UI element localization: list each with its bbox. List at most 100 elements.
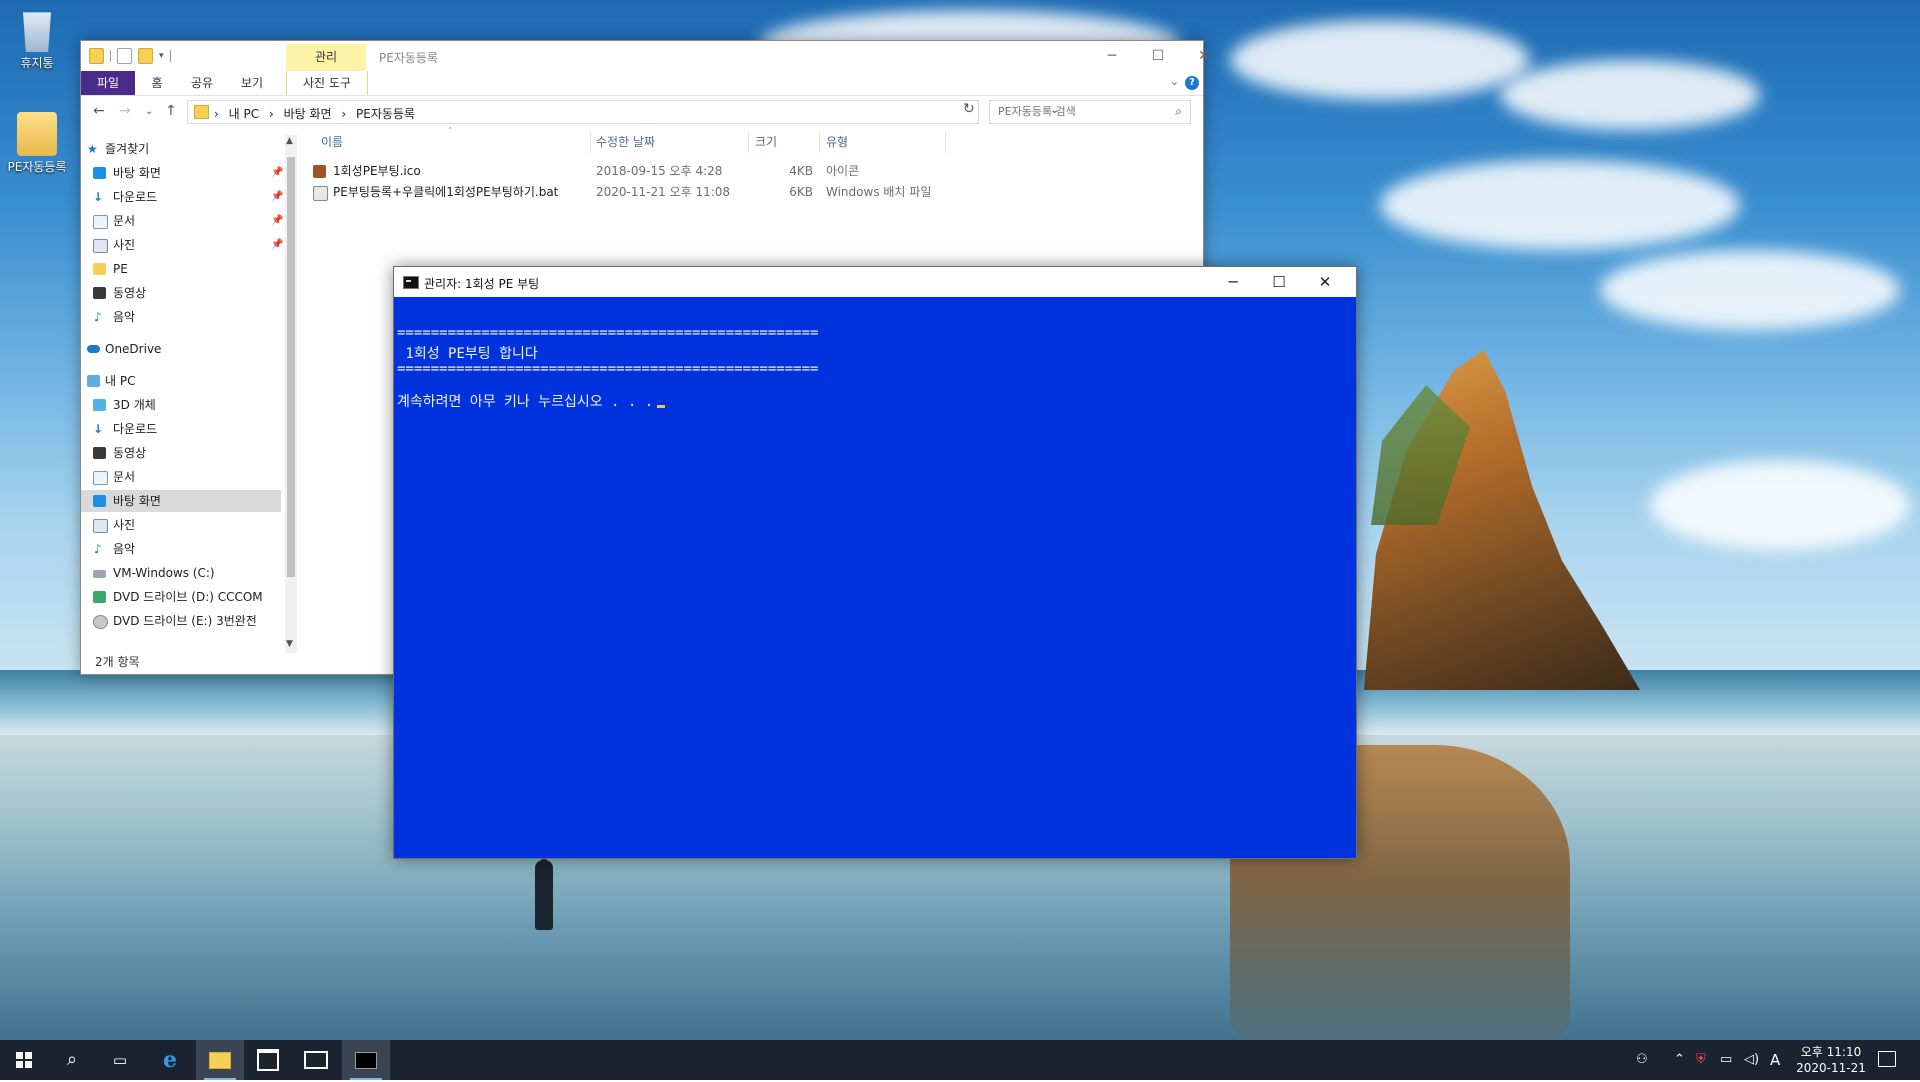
pin-icon[interactable]: 📌 — [271, 162, 283, 184]
column-divider[interactable] — [819, 131, 820, 153]
nav-pc-drive-c[interactable]: VM-Windows (C:) — [81, 562, 281, 584]
pin-icon[interactable]: 📌 — [271, 234, 283, 256]
close-button[interactable]: ✕ — [1302, 267, 1348, 297]
nav-pc-downloads[interactable]: ↓ 다운로드 — [81, 418, 281, 440]
nav-quick-pictures[interactable]: 사진 📌 — [81, 234, 283, 256]
refresh-icon[interactable]: ↻ — [963, 101, 975, 117]
ime-indicator[interactable]: A — [1770, 1040, 1780, 1080]
column-divider[interactable] — [945, 131, 946, 153]
nav-quick-access[interactable]: ★ 즐겨찾기 — [81, 138, 281, 160]
maximize-button[interactable]: ☐ — [1135, 41, 1181, 71]
minimize-button[interactable]: ─ — [1210, 267, 1256, 297]
tab-view[interactable]: 보기 — [229, 71, 275, 95]
column-header-type[interactable]: 유형 — [826, 133, 848, 150]
action-center-icon[interactable] — [1878, 1051, 1896, 1067]
recent-locations-icon[interactable]: ⌄ — [145, 106, 153, 117]
customize-toolbar-icon[interactable]: ▾ — [159, 51, 164, 61]
tab-file[interactable]: 파일 — [81, 71, 135, 95]
file-row[interactable]: 1회성PE부팅.ico 2018-09-15 오후 4:28 4KB 아이콘 — [311, 161, 1191, 181]
nav-quick-videos[interactable]: 동영상 — [81, 282, 281, 304]
breadcrumb-this-pc[interactable]: 내 PC — [229, 107, 259, 121]
column-header-size[interactable]: 크기 — [755, 133, 777, 150]
search-input[interactable] — [996, 104, 1160, 119]
cube-icon — [93, 399, 106, 411]
network-icon[interactable]: ▭ — [1720, 1040, 1732, 1080]
desktop-icon-pe-folder[interactable]: PE자동등록 — [0, 112, 74, 175]
manage-context-header[interactable]: 관리 — [286, 44, 366, 71]
command-prompt-window[interactable]: 관리자: 1회성 PE 부팅 ─ ☐ ✕ ===================… — [393, 266, 1357, 859]
nav-label: PE — [113, 262, 128, 276]
nav-quick-desktop[interactable]: 바탕 화면 📌 — [81, 162, 283, 184]
tab-picture-tools[interactable]: 사진 도구 — [286, 71, 368, 95]
store-taskbar-button[interactable] — [244, 1040, 292, 1080]
file-name: PE부팅등록+우클릭에1회성PE부팅하기.bat — [333, 185, 559, 199]
nav-pc-desktop[interactable]: 바탕 화면 — [81, 490, 281, 512]
nav-quick-downloads[interactable]: ↓ 다운로드 📌 — [81, 186, 283, 208]
column-divider[interactable] — [590, 131, 591, 153]
nav-quick-music[interactable]: ♪ 음악 — [81, 306, 281, 328]
desktop-icon-recycle-bin[interactable]: 휴지통 — [0, 8, 74, 71]
scroll-up-icon[interactable]: ▲ — [286, 136, 293, 146]
column-header-name[interactable]: 이름 — [321, 133, 343, 150]
search-taskbar-button[interactable]: ⌕ — [48, 1040, 96, 1080]
image-file-icon — [313, 165, 326, 178]
people-icon[interactable]: ⚇ — [1636, 1040, 1648, 1080]
nav-quick-documents[interactable]: 문서 📌 — [81, 210, 283, 232]
tab-share[interactable]: 공유 — [179, 71, 225, 95]
nav-scrollbar[interactable]: ▲ ▼ — [285, 135, 297, 653]
pin-icon[interactable]: 📌 — [271, 210, 283, 232]
nav-pc-videos[interactable]: 동영상 — [81, 442, 281, 464]
explorer-titlebar[interactable]: ▾ 관리 PE자동등록 ─ ☐ ✕ — [81, 41, 1210, 71]
security-alert-icon[interactable]: ⛨ — [1696, 1040, 1706, 1080]
column-divider[interactable] — [748, 131, 749, 153]
nav-label: 동영상 — [113, 286, 147, 300]
cmd-titlebar[interactable]: 관리자: 1회성 PE 부팅 ─ ☐ ✕ — [394, 267, 1356, 297]
maximize-button[interactable]: ☐ — [1256, 267, 1302, 297]
scroll-down-icon[interactable]: ▼ — [286, 639, 293, 649]
file-modified: 2018-09-15 오후 4:28 — [596, 164, 723, 178]
breadcrumb-desktop[interactable]: 바탕 화면 — [284, 107, 332, 121]
nav-pc-3d-objects[interactable]: 3D 개체 — [81, 394, 281, 416]
expand-ribbon-icon[interactable]: ⌄ — [1170, 75, 1179, 88]
task-view-button[interactable]: ▭ — [96, 1040, 144, 1080]
help-icon[interactable]: ? — [1185, 76, 1199, 90]
search-icon[interactable]: ⌕ — [1175, 104, 1182, 119]
scrollbar-thumb[interactable] — [287, 157, 295, 577]
console-output[interactable]: ========================================… — [394, 297, 1356, 858]
up-arrow-icon[interactable]: ↑ — [165, 103, 177, 119]
nav-quick-pe[interactable]: PE — [81, 258, 281, 280]
wallpaper-cloud — [1600, 250, 1900, 330]
breadcrumb-current-folder[interactable]: PE자동등록 — [356, 107, 415, 121]
batch-file-icon — [313, 186, 328, 201]
back-arrow-icon[interactable]: ← — [93, 103, 105, 119]
minimize-button[interactable]: ─ — [1089, 41, 1135, 71]
pin-icon[interactable]: 📌 — [271, 186, 283, 208]
start-button[interactable] — [0, 1040, 48, 1080]
star-icon: ★ — [87, 142, 98, 156]
properties-icon[interactable] — [117, 48, 132, 64]
address-bar[interactable]: › 내 PC › 바탕 화면 › PE자동등록 ⌄ — [187, 100, 1059, 124]
nav-label: 내 PC — [105, 374, 136, 388]
nav-label: 즐겨찾기 — [105, 142, 150, 156]
nav-onedrive[interactable]: OneDrive — [81, 338, 281, 360]
nav-pc-documents[interactable]: 문서 — [81, 466, 281, 488]
nav-pc-drive-d[interactable]: DVD 드라이브 (D:) CCCOM — [81, 586, 281, 608]
clock[interactable]: 오후 11:10 2020-11-21 — [1786, 1044, 1876, 1076]
volume-icon[interactable]: ◁) — [1744, 1040, 1759, 1080]
close-button[interactable]: ✕ — [1181, 41, 1227, 71]
forward-arrow-icon[interactable]: → — [119, 103, 131, 119]
nav-this-pc[interactable]: 내 PC — [81, 370, 281, 392]
search-box[interactable]: ⌕ — [989, 100, 1191, 124]
file-row[interactable]: PE부팅등록+우클릭에1회성PE부팅하기.bat 2020-11-21 오후 1… — [311, 182, 1191, 202]
show-hidden-icons-chevron[interactable]: ⌃ — [1674, 1040, 1685, 1080]
edge-taskbar-button[interactable]: e — [146, 1040, 194, 1080]
new-folder-icon[interactable] — [138, 48, 153, 64]
tab-home[interactable]: 홈 — [139, 71, 175, 95]
cmd-taskbar-button[interactable] — [342, 1040, 390, 1080]
file-explorer-taskbar-button[interactable] — [196, 1040, 244, 1080]
nav-pc-pictures[interactable]: 사진 — [81, 514, 281, 536]
mail-taskbar-button[interactable] — [292, 1040, 340, 1080]
nav-pc-drive-e[interactable]: DVD 드라이브 (E:) 3번완전 — [81, 610, 281, 632]
nav-pc-music[interactable]: ♪ 음악 — [81, 538, 281, 560]
column-header-modified[interactable]: 수정한 날짜 — [596, 133, 655, 150]
